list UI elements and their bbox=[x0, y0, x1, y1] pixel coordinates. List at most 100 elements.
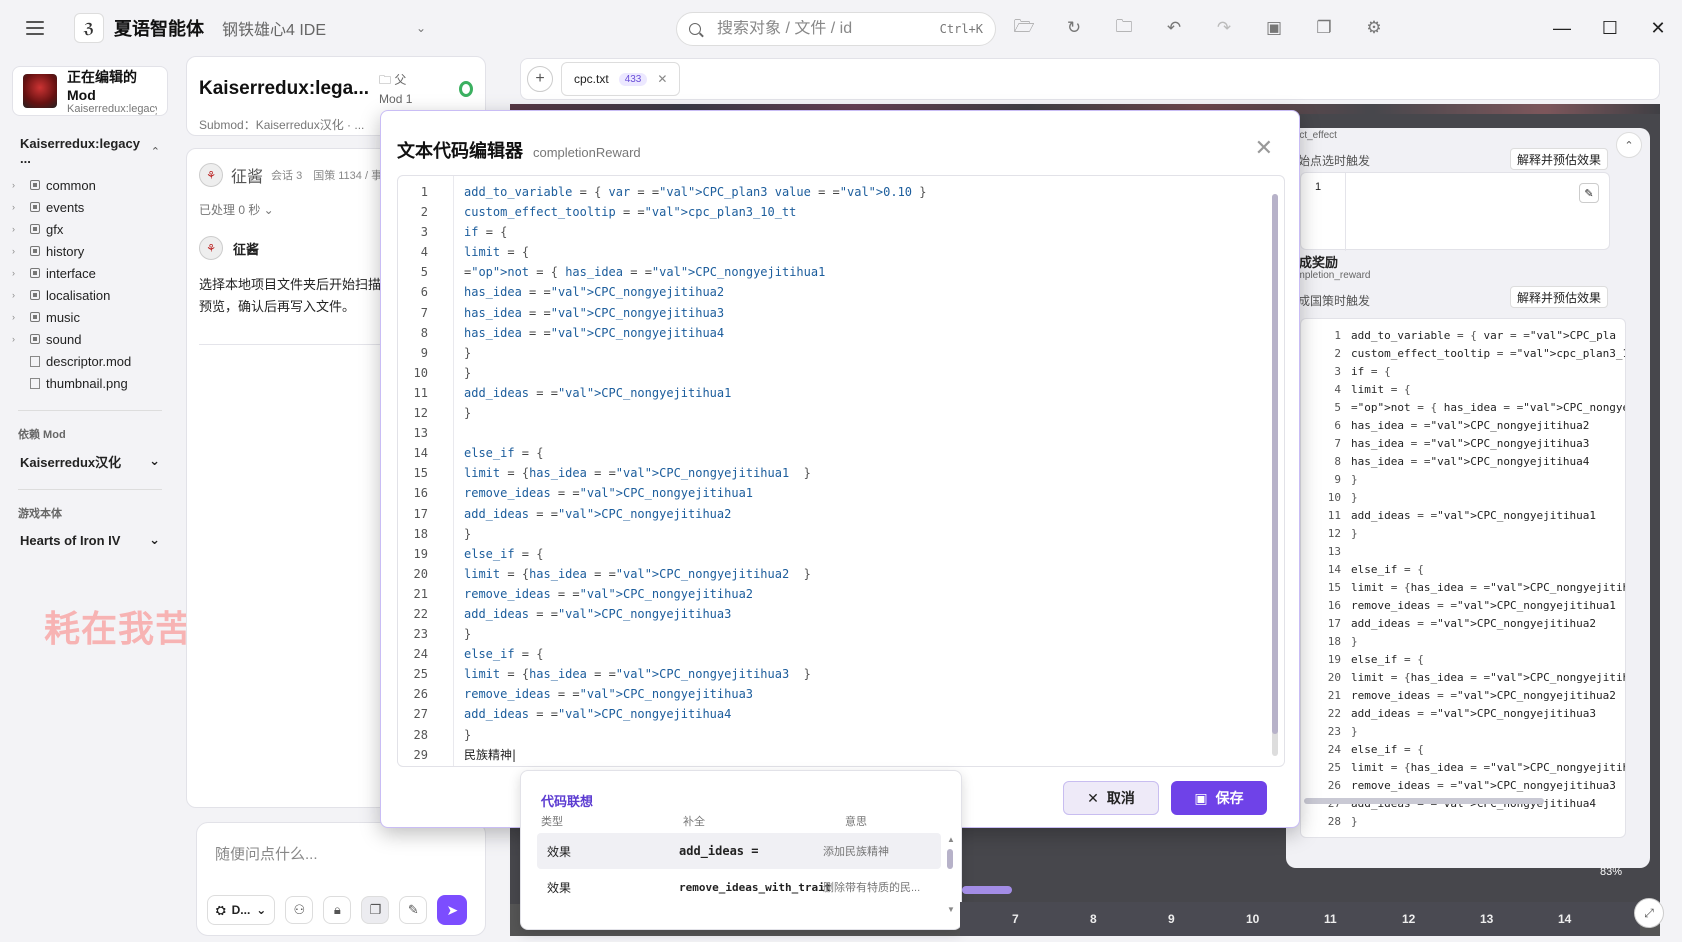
select-effect-code[interactable]: 1 ✎ bbox=[1300, 172, 1610, 251]
copy-icon[interactable]: ❐ bbox=[361, 896, 390, 924]
tree-item-music[interactable]: › music bbox=[12, 306, 180, 328]
tree-item-common[interactable]: › common bbox=[12, 174, 180, 196]
settings-gear-icon[interactable]: ⚙ bbox=[1360, 14, 1388, 42]
tree-item-gfx[interactable]: › gfx bbox=[12, 218, 180, 240]
parent-mod-link[interactable]: 🗀 父 Mod 1 bbox=[379, 71, 429, 106]
code-line[interactable]: add_ideas = ="val">CPC_nongyejitihua4 bbox=[464, 704, 927, 724]
line-number: 23 bbox=[413, 627, 428, 642]
code-line[interactable]: limit = {has_idea = ="val">CPC_nongyejit… bbox=[464, 664, 927, 684]
tree-item-history[interactable]: › history bbox=[12, 240, 180, 262]
hamburger-menu-icon[interactable] bbox=[26, 16, 50, 40]
code-line[interactable]: has_idea = ="val">CPC_nongyejitihua3 bbox=[464, 303, 927, 323]
person-icon[interactable]: ⚇ bbox=[285, 896, 314, 924]
code-line[interactable]: } bbox=[464, 524, 927, 544]
mod-header-title: Kaiserredux:lega... bbox=[199, 77, 370, 99]
model-selector[interactable]: ⛭ D... ⌄ bbox=[207, 895, 276, 925]
code-line[interactable]: add_ideas = ="val">CPC_nongyejitihua3 bbox=[464, 604, 927, 624]
close-tab-icon[interactable]: ✕ bbox=[657, 72, 667, 86]
explain-button[interactable]: 解释并预估效果 bbox=[1510, 148, 1609, 170]
lock-icon[interactable]: 🔒︎ bbox=[323, 896, 352, 924]
suggestion-scrollbar[interactable]: ▲ ▼ bbox=[947, 835, 955, 915]
code-line[interactable]: remove_ideas = ="val">CPC_nongyejitihua2 bbox=[464, 584, 927, 604]
code-line[interactable]: custom_effect_tooltip = ="val">cpc_plan3… bbox=[464, 202, 927, 222]
code-line[interactable]: else_if = { bbox=[464, 443, 927, 463]
code-line[interactable]: add_ideas = ="val">CPC_nongyejitihua2 bbox=[464, 504, 927, 524]
code-line[interactable]: } bbox=[464, 403, 927, 423]
tree-item-interface[interactable]: › interface bbox=[12, 262, 180, 284]
code-line[interactable]: remove_ideas = ="val">CPC_nongyejitihua1 bbox=[464, 483, 927, 503]
code-line[interactable]: has_idea = ="val">CPC_nongyejitihua2 bbox=[464, 282, 927, 302]
code-line[interactable]: add_to_variable = { var = ="val">CPC_pla… bbox=[464, 182, 927, 202]
agent-name: 征酱 bbox=[231, 169, 264, 186]
scroll-down-icon[interactable]: ▼ bbox=[947, 905, 955, 914]
attach-icon[interactable]: ✎ bbox=[399, 896, 428, 924]
close-icon[interactable]: ✕ bbox=[1255, 135, 1273, 161]
search-input[interactable] bbox=[717, 20, 940, 38]
project-selector[interactable]: 钢铁雄心4 IDE bbox=[222, 16, 326, 40]
code-editor[interactable]: 1 2 3 4 5 6 7 8 9 10 11 12 13 14 15 16 17 18 19 20 21 22 23 24 2… bbox=[397, 175, 1285, 767]
edit-icon[interactable]: ✎ bbox=[1579, 183, 1599, 203]
chevron-up-icon[interactable]: ⌃ bbox=[1616, 132, 1642, 158]
chat-input-placeholder[interactable]: 随便问点什么... bbox=[215, 843, 318, 864]
tab-cpc-txt[interactable]: cpc.txt 433 ✕ bbox=[561, 62, 681, 96]
code-line[interactable]: else_if = { bbox=[464, 544, 927, 564]
code-line[interactable]: } bbox=[464, 343, 927, 363]
code-line[interactable]: ="op">not = { has_idea = ="val">CPC_nong… bbox=[464, 262, 927, 282]
code-line[interactable]: 民族精神| bbox=[464, 745, 927, 765]
open-folder-icon[interactable]: 🗁 bbox=[1010, 14, 1038, 42]
agent-name: 征酱 bbox=[233, 241, 260, 257]
line-number: 24 bbox=[1327, 743, 1341, 756]
suggestion-item[interactable]: 效果 remove_ideas_with_trait 删除带有特质的民... bbox=[537, 869, 941, 905]
code-line[interactable]: has_idea = ="val">CPC_nongyejitihua4 bbox=[464, 323, 927, 343]
add-tab-button[interactable]: + bbox=[527, 66, 553, 92]
global-search[interactable]: Ctrl+K bbox=[676, 12, 996, 46]
save-button[interactable]: ▣ 保存 bbox=[1171, 781, 1267, 815]
chat-input-box[interactable]: 随便问点什么... ⛭ D... ⌄ ⚇ 🔒︎ ❐ ✎ ➤ bbox=[196, 822, 486, 936]
chevron-up-icon[interactable]: ⌃ bbox=[151, 145, 160, 158]
undo-icon[interactable]: ↶ bbox=[1160, 14, 1188, 42]
code-line[interactable] bbox=[464, 423, 927, 443]
folder-settings-icon[interactable]: 🗀 bbox=[1110, 14, 1138, 42]
mod-root-header[interactable]: Kaiserredux:legacy ... ⌃ bbox=[0, 136, 180, 166]
vertical-scrollbar[interactable] bbox=[1272, 194, 1278, 756]
redo-icon[interactable]: ↷ bbox=[1210, 14, 1238, 42]
code-line[interactable]: limit = {has_idea = ="val">CPC_nongyejit… bbox=[464, 564, 927, 584]
minimize-icon[interactable]: — bbox=[1538, 0, 1586, 56]
suggestion-item[interactable]: 效果 add_ideas = 添加民族精神 bbox=[537, 833, 941, 869]
tree-item-thumbnail[interactable]: thumbnail.png bbox=[12, 372, 180, 394]
code-line[interactable]: } bbox=[464, 725, 927, 745]
tree-item-sound[interactable]: › sound bbox=[12, 328, 180, 350]
send-button[interactable]: ➤ bbox=[437, 895, 468, 925]
copy-icon[interactable]: ❐ bbox=[1310, 14, 1338, 42]
code-text[interactable]: add_to_variable = { var = ="val">CPC_pla… bbox=[464, 182, 927, 765]
scrollbar-thumb[interactable] bbox=[947, 849, 953, 869]
line-number: 12 bbox=[413, 406, 428, 421]
fullscreen-icon[interactable]: ⤢ bbox=[1634, 898, 1664, 928]
scrollbar-thumb[interactable] bbox=[1272, 194, 1278, 734]
close-window-icon[interactable]: ✕ bbox=[1634, 0, 1682, 56]
cancel-button[interactable]: ✕ 取消 bbox=[1063, 781, 1159, 815]
save-icon[interactable]: ▣ bbox=[1260, 14, 1288, 42]
tree-item-descriptor[interactable]: descriptor.mod bbox=[12, 350, 180, 372]
code-line[interactable]: limit = {has_idea = ="val">CPC_nongyejit… bbox=[464, 463, 927, 483]
maximize-icon[interactable]: ☐ bbox=[1586, 0, 1634, 56]
code-line[interactable]: remove_ideas = ="val">CPC_nongyejitihua3 bbox=[464, 684, 927, 704]
code-line[interactable]: else_if = { bbox=[464, 644, 927, 664]
tree-item-events[interactable]: › events bbox=[12, 196, 180, 218]
horizontal-scrollbar[interactable] bbox=[1304, 798, 1544, 804]
code-line[interactable]: if = { bbox=[464, 222, 927, 242]
code-line[interactable]: limit = { bbox=[464, 242, 927, 262]
refresh-icon[interactable]: ↻ bbox=[1060, 14, 1088, 42]
code-line[interactable]: } bbox=[464, 624, 927, 644]
tree-item-localisation[interactable]: › localisation bbox=[12, 284, 180, 306]
dependency-select[interactable]: Kaiserredux汉化 ⌄ bbox=[0, 445, 180, 477]
reward-code[interactable]: 1 2 3 4 5 6 7 8 9 10 11 12 13 14 15 16 17 18 19 20 21 22 23 24 2… bbox=[1300, 318, 1626, 838]
code-line[interactable]: } bbox=[464, 363, 927, 383]
current-mod-card[interactable]: 正在编辑的 Mod Kaiserredux:legacy ... bbox=[12, 66, 168, 116]
game-select[interactable]: Hearts of Iron IV ⌄ bbox=[0, 524, 180, 556]
scroll-up-icon[interactable]: ▲ bbox=[947, 835, 955, 844]
explain-button[interactable]: 解释并预估效果 bbox=[1510, 286, 1609, 308]
chevron-down-icon[interactable]: ⌄ bbox=[416, 21, 426, 35]
code-line[interactable]: add_ideas = ="val">CPC_nongyejitihua1 bbox=[464, 383, 927, 403]
suggestion-header: 类型 补全 意思 bbox=[541, 813, 951, 829]
